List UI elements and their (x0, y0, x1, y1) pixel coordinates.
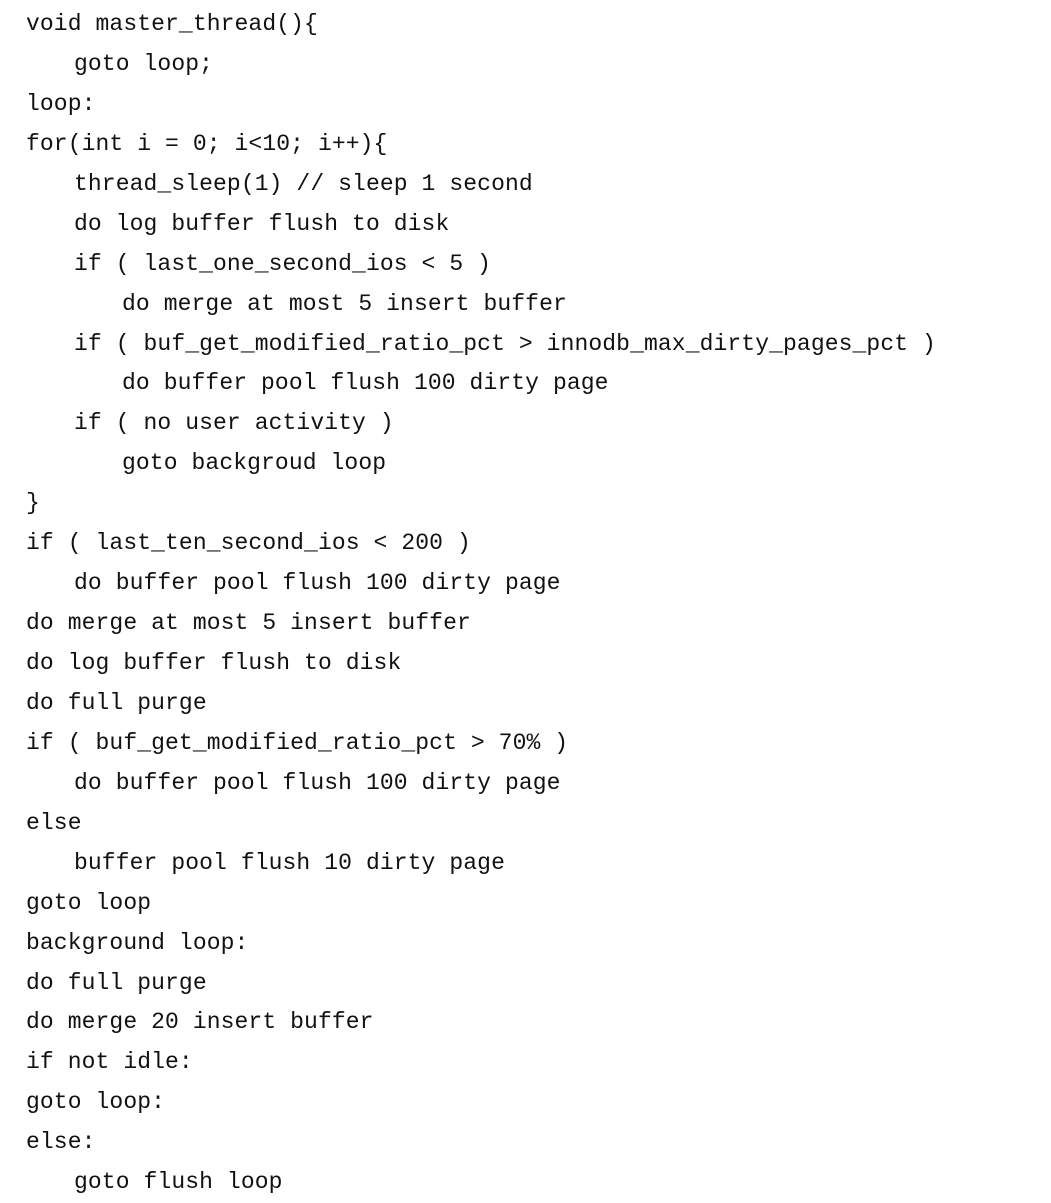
code-line: if not idle: (26, 1049, 193, 1076)
code-line: buffer pool flush 10 dirty page (74, 849, 505, 876)
code-line: if ( buf_get_modified_ratio_pct > innodb… (74, 330, 936, 357)
code-line: goto flush loop (74, 1169, 283, 1196)
code-line: loop: (26, 90, 96, 117)
code-line: do full purge (26, 969, 207, 996)
code-line: if ( last_one_second_ios < 5 ) (74, 250, 492, 277)
code-line: goto loop: (26, 1089, 166, 1116)
code-line: goto loop (26, 889, 152, 916)
code-line: thread_sleep(1) // sleep 1 second (74, 170, 533, 197)
code-line: do merge at most 5 insert buffer (26, 610, 471, 637)
code-line: if ( last_ten_second_ios < 200 ) (26, 530, 471, 557)
code-line: do log buffer flush to disk (26, 650, 402, 676)
code-line: background loop: (26, 929, 249, 956)
code-line: do buffer pool flush 100 dirty page (74, 769, 561, 796)
code-line: else: (26, 1129, 96, 1156)
code-line: do buffer pool flush 100 dirty page (74, 570, 561, 597)
code-line: do merge at most 5 insert buffer (122, 290, 567, 317)
code-line: for(int i = 0; i<10; i++){ (26, 130, 388, 157)
code-line: do full purge (26, 689, 207, 716)
code-block: void master_thread(){ goto loop; loop: f… (26, 5, 936, 1203)
code-line: } (26, 490, 40, 517)
code-line: do merge 20 insert buffer (26, 1009, 374, 1036)
code-line: else (26, 809, 82, 836)
code-line: void master_thread(){ (26, 11, 318, 37)
code-line: goto loop; (74, 50, 214, 77)
code-line: do buffer pool flush 100 dirty page (122, 370, 609, 397)
code-line: if ( no user activity ) (74, 410, 394, 437)
code-line: if ( buf_get_modified_ratio_pct > 70% ) (26, 729, 569, 756)
code-line: goto backgroud loop (122, 450, 387, 477)
code-line: do log buffer flush to disk (74, 210, 450, 237)
